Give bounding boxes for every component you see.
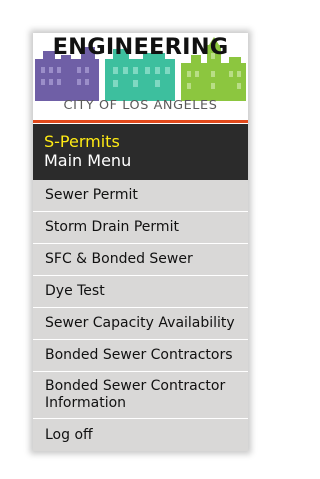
menu-item-sewer-permit[interactable]: Sewer Permit	[33, 180, 248, 212]
app-header: S-Permits Main Menu	[33, 124, 248, 180]
menu-item-label: Sewer Capacity Availability	[45, 315, 235, 331]
menu-item-bonded-sewer-contractors[interactable]: Bonded Sewer Contractors	[33, 340, 248, 372]
main-menu: Sewer Permit Storm Drain Permit SFC & Bo…	[33, 180, 248, 451]
menu-item-label: Log off	[45, 426, 93, 443]
menu-item-label: Bonded Sewer Contractor Information	[45, 378, 226, 411]
engineering-logo: ENGINEERING CITY OF LOS ANGELES	[33, 33, 248, 124]
menu-item-label: SFC & Bonded Sewer	[45, 251, 193, 267]
menu-item-storm-drain-permit[interactable]: Storm Drain Permit	[33, 212, 248, 244]
logo-divider	[33, 120, 248, 123]
app-title: S-Permits	[44, 132, 120, 151]
menu-item-bonded-sewer-contractor-information[interactable]: Bonded Sewer Contractor Information	[33, 372, 248, 419]
menu-item-label: Sewer Permit	[45, 187, 138, 203]
menu-item-label: Storm Drain Permit	[45, 219, 179, 235]
page-subtitle: Main Menu	[44, 151, 132, 170]
logo-city-name: CITY OF LOS ANGELES	[63, 98, 218, 113]
menu-panel: ENGINEERING CITY OF LOS ANGELES S-Permit…	[33, 33, 248, 451]
menu-item-sfc-bonded-sewer[interactable]: SFC & Bonded Sewer	[33, 244, 248, 276]
menu-item-label: Dye Test	[45, 283, 105, 299]
logo-wordmark: ENGINEERING	[52, 34, 229, 60]
menu-item-sewer-capacity-availability[interactable]: Sewer Capacity Availability	[33, 308, 248, 340]
menu-item-label: Bonded Sewer Contractors	[45, 347, 233, 363]
menu-item-log-off[interactable]: Log off	[33, 419, 248, 451]
menu-item-dye-test[interactable]: Dye Test	[33, 276, 248, 308]
